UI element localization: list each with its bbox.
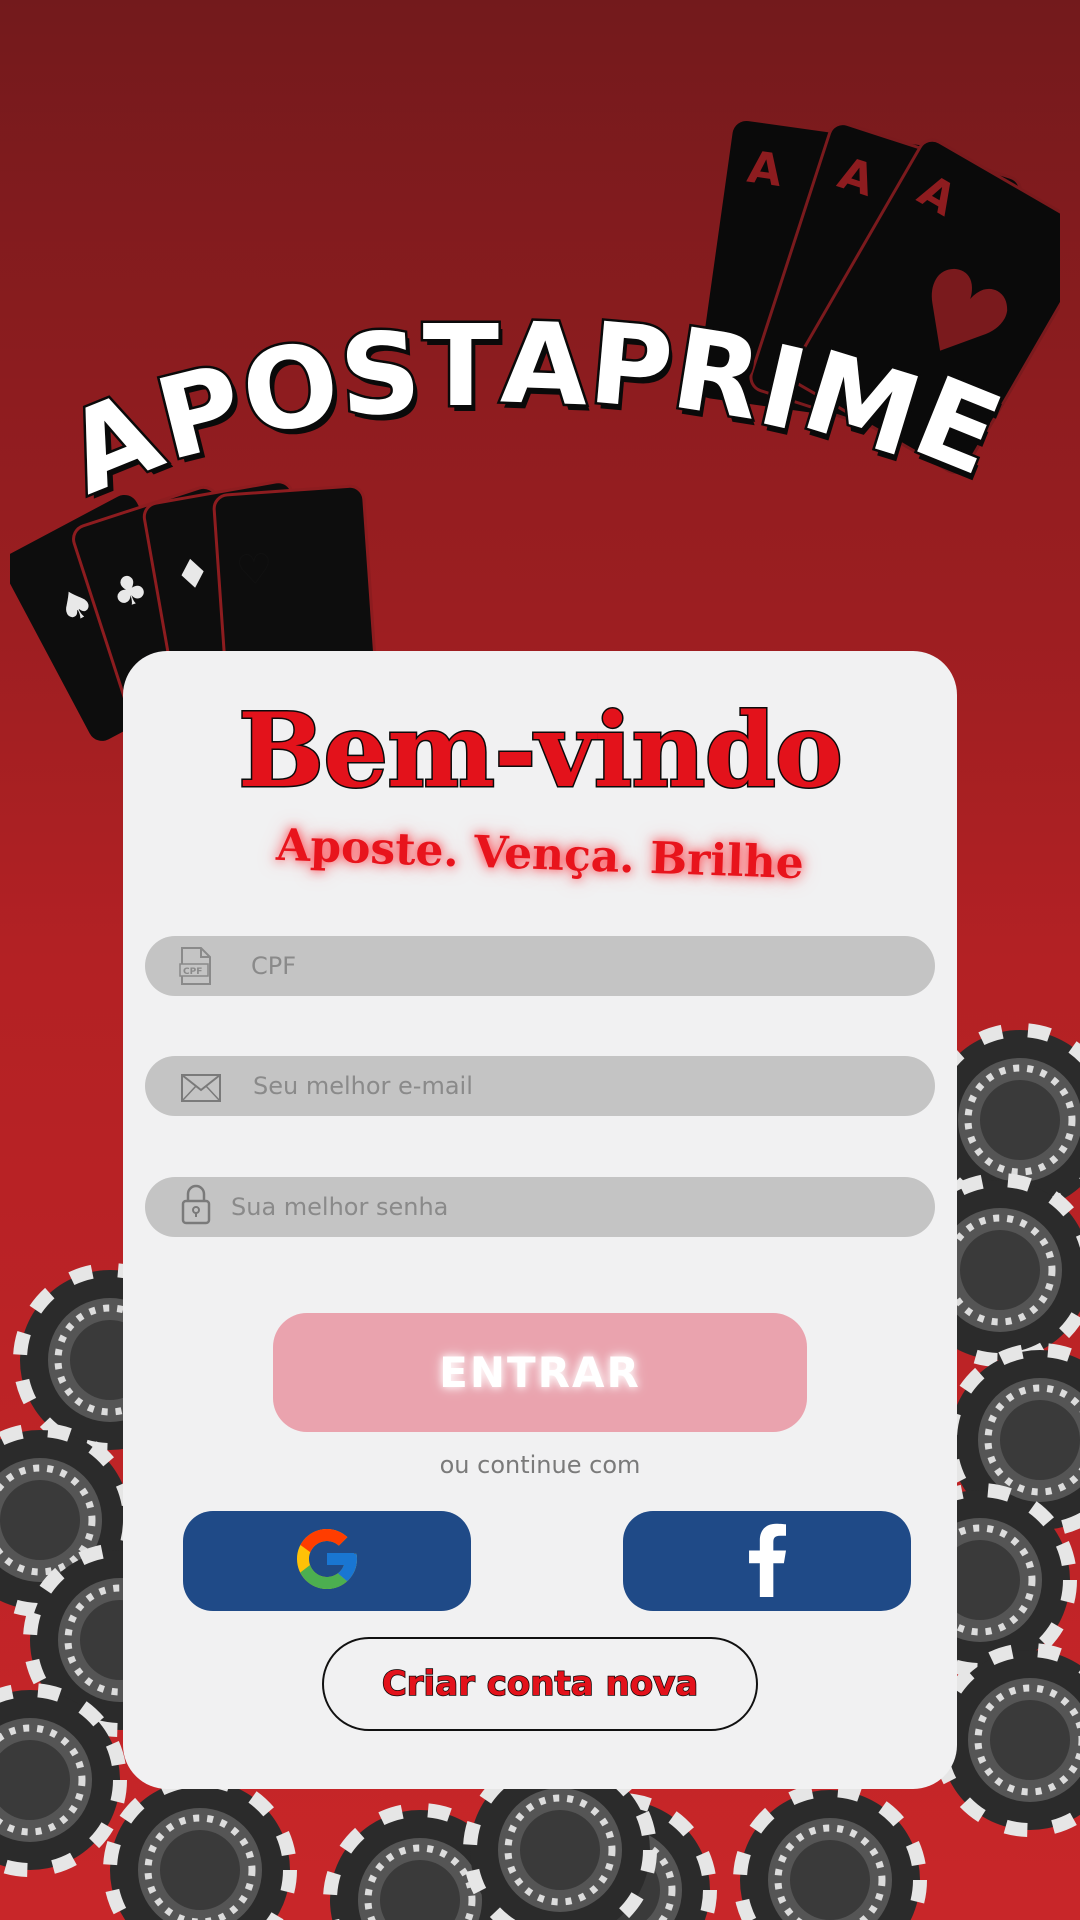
brand-logo-text: APOSTAPRIME xyxy=(46,296,1021,522)
tagline: Aposte. Vença. Brilhe xyxy=(275,819,805,890)
cpf-document-icon: CPF xyxy=(179,946,213,990)
facebook-login-button[interactable] xyxy=(623,1511,911,1611)
password-placeholder: Sua melhor senha xyxy=(231,1193,449,1221)
cpf-field[interactable]: CPF CPF xyxy=(145,936,935,996)
envelope-icon xyxy=(181,1074,221,1106)
google-login-button[interactable] xyxy=(183,1511,471,1611)
svg-text:A: A xyxy=(744,142,785,197)
login-button[interactable]: ENTRAR xyxy=(273,1313,807,1432)
svg-text:♥: ♥ xyxy=(235,546,274,594)
facebook-icon xyxy=(745,1521,789,1601)
password-field[interactable]: Sua melhor senha xyxy=(145,1177,935,1237)
padlock-icon xyxy=(181,1183,211,1229)
email-field[interactable]: Seu melhor e-mail xyxy=(145,1056,935,1116)
login-card: Bem-vindo Aposte. Vença. Brilhe CPF CPF … xyxy=(123,651,957,1789)
create-account-button[interactable]: Criar conta nova xyxy=(322,1637,758,1731)
google-icon xyxy=(291,1523,363,1599)
welcome-title: Bem-vindo xyxy=(237,690,845,813)
cpf-placeholder: CPF xyxy=(251,952,297,980)
brand-logo: A A A ♥ APOSTAPRIME xyxy=(0,90,1080,522)
email-placeholder: Seu melhor e-mail xyxy=(253,1072,473,1100)
svg-text:CPF: CPF xyxy=(183,967,202,977)
continue-with-label: ou continue com xyxy=(439,1451,641,1479)
